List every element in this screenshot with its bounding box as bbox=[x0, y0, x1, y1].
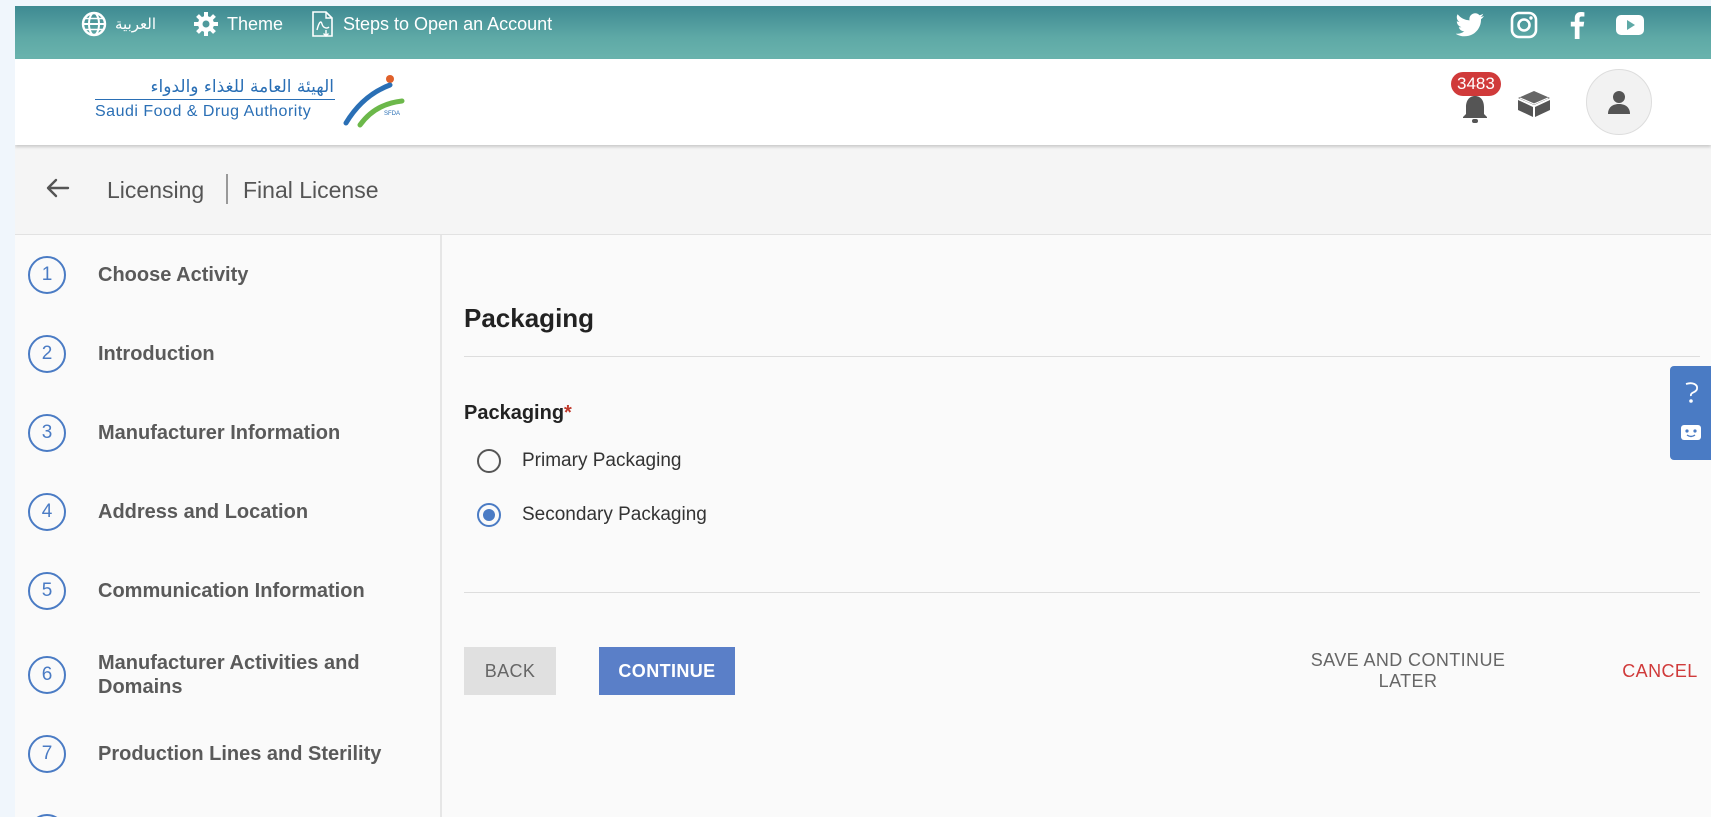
radio-checked-icon[interactable] bbox=[477, 503, 501, 527]
language-label: العربية bbox=[115, 15, 156, 33]
step-communication-information[interactable]: 5 Communication Information bbox=[28, 572, 398, 610]
globe-icon bbox=[81, 11, 107, 37]
radio-secondary-packaging[interactable]: Secondary Packaging bbox=[477, 503, 707, 527]
sfda-logo[interactable]: الهيئة العامة للغذاء والدواء Saudi Food … bbox=[78, 69, 408, 129]
main-content: Packaging Packaging* Primary Packaging S… bbox=[442, 235, 1711, 817]
header: الهيئة العامة للغذاء والدواء Saudi Food … bbox=[15, 59, 1711, 145]
theme-button[interactable]: Theme bbox=[193, 6, 283, 42]
logo-arabic-text: الهيئة العامة للغذاء والدواء bbox=[150, 77, 334, 97]
section-title: Packaging bbox=[464, 303, 595, 333]
youtube-icon[interactable] bbox=[1615, 10, 1645, 40]
theme-label: Theme bbox=[227, 13, 284, 34]
sfda-mark-icon: SFDA bbox=[343, 75, 405, 128]
logo-english-text: Saudi Food & Drug Authority bbox=[95, 103, 312, 120]
package-box-icon[interactable] bbox=[1515, 89, 1553, 124]
back-button[interactable]: BACK bbox=[464, 647, 556, 695]
step-number: 1 bbox=[28, 256, 66, 294]
chatbot-side-tab[interactable] bbox=[1670, 366, 1711, 460]
step-number: 7 bbox=[28, 735, 66, 773]
app-window: العربية Theme Steps to Open an Account ا… bbox=[15, 6, 1711, 817]
step-label: Communication Information bbox=[98, 580, 365, 602]
save-and-continue-later-button[interactable]: SAVE AND CONTINUE LATER bbox=[1278, 647, 1538, 695]
bell-icon bbox=[1463, 96, 1487, 123]
facebook-icon[interactable] bbox=[1562, 10, 1592, 40]
step-number: 4 bbox=[28, 493, 66, 531]
twitter-icon[interactable] bbox=[1455, 10, 1485, 40]
field-label-text: Packaging bbox=[464, 402, 565, 424]
step-label: Manufacturer Information bbox=[98, 422, 341, 444]
pdf-download-icon bbox=[311, 10, 335, 38]
breadcrumb: Licensing Final License bbox=[15, 145, 1711, 235]
step-number: 6 bbox=[28, 656, 66, 694]
step-number: 3 bbox=[28, 414, 66, 452]
user-icon bbox=[1608, 91, 1630, 114]
continue-button[interactable]: CONTINUE bbox=[599, 647, 735, 695]
steps-to-open-account-link[interactable]: Steps to Open an Account bbox=[311, 6, 552, 42]
step-manufacturer-information[interactable]: 3 Manufacturer Information bbox=[28, 414, 398, 452]
logo-divider bbox=[95, 99, 335, 100]
radio-unchecked-icon[interactable] bbox=[477, 449, 501, 473]
step-introduction[interactable]: 2 Introduction bbox=[28, 335, 398, 373]
step-number: 2 bbox=[28, 335, 66, 373]
gear-icon bbox=[193, 11, 219, 37]
step-label: Production Lines and Sterility bbox=[98, 743, 382, 765]
step-address-and-location[interactable]: 4 Address and Location bbox=[28, 493, 398, 531]
logo-mark-text: SFDA bbox=[384, 111, 400, 117]
step-number: 5 bbox=[28, 572, 66, 610]
radio-primary-packaging[interactable]: Primary Packaging bbox=[477, 449, 681, 473]
step-label: Manufacturer Activities and Domains bbox=[98, 652, 360, 698]
required-mark: * bbox=[564, 402, 572, 424]
instagram-icon[interactable] bbox=[1509, 10, 1539, 40]
radio-label: Primary Packaging bbox=[522, 450, 682, 471]
step-production-lines[interactable]: 7 Production Lines and Sterility bbox=[28, 735, 398, 773]
breadcrumb-separator bbox=[226, 174, 228, 204]
step-label: Address and Location bbox=[98, 501, 309, 523]
steps-label: Steps to Open an Account bbox=[343, 13, 553, 34]
notifications-button[interactable] bbox=[1460, 92, 1490, 124]
chat-glyph-icon bbox=[1685, 382, 1698, 403]
step-choose-activity[interactable]: 1 Choose Activity bbox=[28, 256, 398, 294]
step-label: Choose Activity bbox=[98, 264, 249, 286]
radio-label: Secondary Packaging bbox=[522, 504, 707, 525]
breadcrumb-section[interactable]: Licensing bbox=[107, 177, 204, 204]
divider bbox=[464, 356, 1700, 357]
chatbot-icon bbox=[1681, 425, 1701, 440]
breadcrumb-page: Final License bbox=[243, 177, 379, 203]
step-label: Introduction bbox=[98, 343, 215, 365]
user-avatar[interactable] bbox=[1586, 69, 1652, 135]
language-switch[interactable]: العربية bbox=[81, 6, 156, 42]
back-arrow-icon[interactable] bbox=[45, 175, 71, 206]
step-manufacturer-activities[interactable]: 6 Manufacturer Activities and Domains bbox=[28, 651, 398, 699]
stepper-sidebar: 1 Choose Activity 2 Introduction 3 Manuf… bbox=[15, 235, 442, 817]
notification-count-badge: 3483 bbox=[1451, 72, 1501, 96]
cancel-button[interactable]: CANCEL bbox=[1610, 647, 1710, 695]
packaging-field-label: Packaging* bbox=[464, 402, 572, 425]
divider bbox=[464, 592, 1700, 593]
top-bar: العربية Theme Steps to Open an Account bbox=[15, 6, 1711, 59]
